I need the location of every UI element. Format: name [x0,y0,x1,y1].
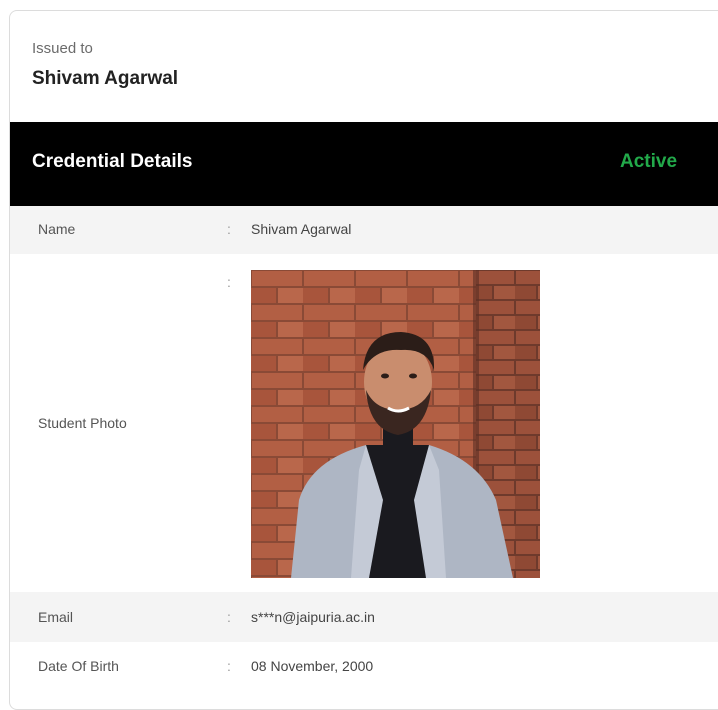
detail-row-photo: Student Photo : [10,254,718,592]
detail-row-name: Name : Shivam Agarwal [10,206,718,254]
status-badge: Active [620,151,678,172]
issued-to-label: Issued to [32,40,93,57]
name-value: Shivam Agarwal [251,221,352,237]
credential-details-title: Credential Details [32,151,193,172]
credential-details-header: Credential Details Active [10,122,718,206]
name-label: Name [38,221,76,237]
email-value: s***n@jaipuria.ac.in [251,609,375,625]
dob-value: 08 November, 2000 [251,658,374,674]
student-photo [251,270,540,578]
student-photo-label: Student Photo [38,415,127,431]
separator: : [227,274,231,290]
issued-to-name: Shivam Agarwal [32,68,179,89]
issued-to-section: Issued to Shivam Agarwal [32,39,178,91]
credential-card: Issued to Shivam Agarwal Credential Deta… [9,10,718,710]
detail-row-email: Email : s***n@jaipuria.ac.in [10,592,718,642]
separator: : [227,221,231,237]
separator: : [227,658,231,674]
dob-label: Date Of Birth [38,658,119,674]
separator: : [227,609,231,625]
detail-row-dob: Date Of Birth : 08 November, 2000 [10,642,718,692]
email-label: Email [38,609,74,625]
